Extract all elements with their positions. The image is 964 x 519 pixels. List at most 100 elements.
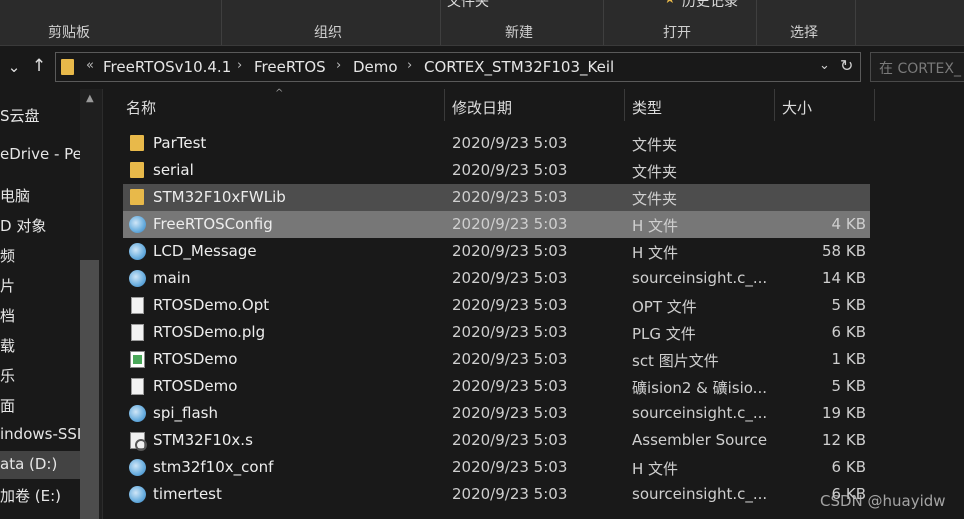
file-size: 6 KB (831, 323, 866, 341)
sidebar-item-videos[interactable]: 频 (0, 245, 80, 273)
folder-icon (130, 135, 144, 151)
file-type: sourceinsight.c_... (632, 269, 768, 287)
sidebar-item-downloads[interactable]: 载 (0, 335, 80, 363)
refresh-icon[interactable]: ↻ (840, 56, 853, 75)
file-size: 1 KB (831, 350, 866, 368)
file-name: LCD_Message (153, 242, 257, 260)
file-name: serial (153, 161, 194, 179)
file-row[interactable]: STM32F10x.s 2020/9/23 5:03 Assembler Sourc… (123, 427, 870, 454)
file-row[interactable]: main 2020/9/23 5:03 sourceinsight.c_... 14 … (123, 265, 870, 292)
sidebar-item-volume-e[interactable]: 加卷 (E:) (0, 485, 80, 513)
ribbon-group-select: 选择 (790, 25, 818, 41)
breadcrumb-item[interactable]: FreeRTOSv10.4.1 (103, 58, 231, 76)
file-row[interactable]: spi_flash 2020/9/23 5:03 sourceinsight.c_.… (123, 400, 870, 427)
file-date: 2020/9/23 5:03 (452, 269, 568, 287)
file-row[interactable]: RTOSDemo 2020/9/23 5:03 礦ision2 & 礦isio...… (123, 373, 870, 400)
sidebar-item-cloud[interactable]: S云盘 (0, 105, 80, 133)
ribbon-group-organize: 组织 (314, 25, 342, 41)
breadcrumb-separator[interactable]: › (407, 58, 412, 73)
file-type: H 文件 (632, 217, 679, 235)
history-icon: ★ (664, 0, 678, 7)
pane-divider[interactable] (102, 89, 103, 519)
column-divider[interactable] (774, 89, 775, 121)
sidebar-item-windows-drive[interactable]: indows-SSI (0, 425, 80, 453)
file-name: spi_flash (153, 404, 218, 422)
header-file-icon (129, 270, 146, 287)
sidebar-item-onedrive[interactable]: eDrive - Per (0, 145, 80, 173)
column-header-type[interactable]: 类型 (632, 97, 662, 118)
file-row[interactable]: LCD_Message 2020/9/23 5:03 H 文件 58 KB (123, 238, 870, 265)
column-header-size[interactable]: 大小 (782, 97, 812, 118)
sidebar-item-data-drive[interactable]: ata (D:) (0, 451, 80, 479)
breadcrumb-item[interactable]: CORTEX_STM32F103_Keil (424, 58, 614, 76)
file-type: H 文件 (632, 244, 679, 262)
breadcrumb-separator[interactable]: › (237, 58, 242, 73)
file-row[interactable]: timertest 2020/9/23 5:03 sourceinsight.c_.… (123, 481, 870, 508)
column-divider[interactable] (874, 89, 875, 121)
file-date: 2020/9/23 5:03 (452, 188, 568, 206)
file-row[interactable]: stm32f10x_conf 2020/9/23 5:03 H 文件 6 KB (123, 454, 870, 481)
ribbon-history-label[interactable]: 历史记录 (682, 0, 738, 11)
breadcrumb-separator[interactable]: › (336, 58, 341, 73)
file-list: ParTest 2020/9/23 5:03 文件夹 serial 2020/9/23 … (123, 130, 870, 508)
document-icon (131, 324, 144, 341)
folder-icon (130, 162, 144, 178)
overflow-icon[interactable]: « (86, 58, 94, 73)
ribbon-divider (855, 0, 856, 45)
document-icon (131, 297, 144, 314)
ribbon-divider (603, 0, 604, 45)
file-name: RTOSDemo.plg (153, 323, 266, 341)
file-name: stm32f10x_conf (153, 458, 274, 476)
breadcrumb-item[interactable]: FreeRTOS (254, 58, 326, 76)
file-date: 2020/9/23 5:03 (452, 431, 568, 449)
file-date: 2020/9/23 5:03 (452, 485, 568, 503)
breadcrumb-item[interactable]: Demo (353, 58, 398, 76)
file-row[interactable]: FreeRTOSConfig 2020/9/23 5:03 H 文件 4 KB (123, 211, 870, 238)
column-header-date[interactable]: 修改日期 (452, 97, 512, 118)
file-size: 12 KB (822, 431, 866, 449)
sidebar-item-3d-objects[interactable]: D 对象 (0, 215, 80, 243)
file-name: main (153, 269, 191, 287)
ribbon-group-open: 打开 (663, 25, 691, 41)
search-placeholder: 在 CORTEX_ (879, 61, 961, 77)
file-size: 58 KB (822, 242, 866, 260)
file-date: 2020/9/23 5:03 (452, 323, 568, 341)
chevron-down-icon[interactable]: ⌄ (819, 58, 830, 73)
chevron-down-icon[interactable]: ⌄ (5, 58, 23, 76)
file-type: sourceinsight.c_... (632, 485, 768, 503)
file-type: Assembler Source (632, 431, 768, 449)
scroll-up-icon[interactable]: ▲ (86, 93, 94, 104)
folder-icon (130, 189, 144, 205)
sidebar-item-pictures[interactable]: 片 (0, 275, 80, 303)
file-row[interactable]: ParTest 2020/9/23 5:03 文件夹 (123, 130, 870, 157)
file-row[interactable]: RTOSDemo 2020/9/23 5:03 sct 图片文件 1 KB (123, 346, 870, 373)
file-row[interactable]: STM32F10xFWLib 2020/9/23 5:03 文件夹 (123, 184, 870, 211)
file-type: sourceinsight.c_... (632, 404, 768, 422)
file-date: 2020/9/23 5:03 (452, 161, 568, 179)
header-file-icon (129, 459, 146, 476)
file-row[interactable]: RTOSDemo.Opt 2020/9/23 5:03 OPT 文件 5 KB (123, 292, 870, 319)
file-size: 5 KB (831, 296, 866, 314)
column-header-name[interactable]: 名称 (126, 97, 156, 118)
column-divider[interactable] (444, 89, 445, 121)
sidebar-item-documents[interactable]: 档 (0, 305, 80, 333)
file-type: OPT 文件 (632, 298, 697, 316)
sidebar-item-this-pc[interactable]: 电脑 (0, 185, 80, 213)
file-row[interactable]: RTOSDemo.plg 2020/9/23 5:03 PLG 文件 6 KB (123, 319, 870, 346)
ribbon-new-folder-label[interactable]: 文件夹 (447, 0, 489, 11)
sidebar-scroll-thumb[interactable] (80, 260, 99, 519)
file-size: 19 KB (822, 404, 866, 422)
file-date: 2020/9/23 5:03 (452, 215, 568, 233)
file-type: 文件夹 (632, 163, 678, 181)
file-date: 2020/9/23 5:03 (452, 350, 568, 368)
file-name: timertest (153, 485, 222, 503)
sidebar-item-music[interactable]: 乐 (0, 365, 80, 393)
header-file-icon (129, 216, 146, 233)
column-divider[interactable] (624, 89, 625, 121)
file-name: RTOSDemo (153, 377, 238, 395)
sidebar-item-desktop[interactable]: 面 (0, 395, 80, 423)
file-date: 2020/9/23 5:03 (452, 242, 568, 260)
file-type: PLG 文件 (632, 325, 696, 343)
file-row[interactable]: serial 2020/9/23 5:03 文件夹 (123, 157, 870, 184)
arrow-up-icon[interactable]: ↑ (30, 56, 48, 76)
